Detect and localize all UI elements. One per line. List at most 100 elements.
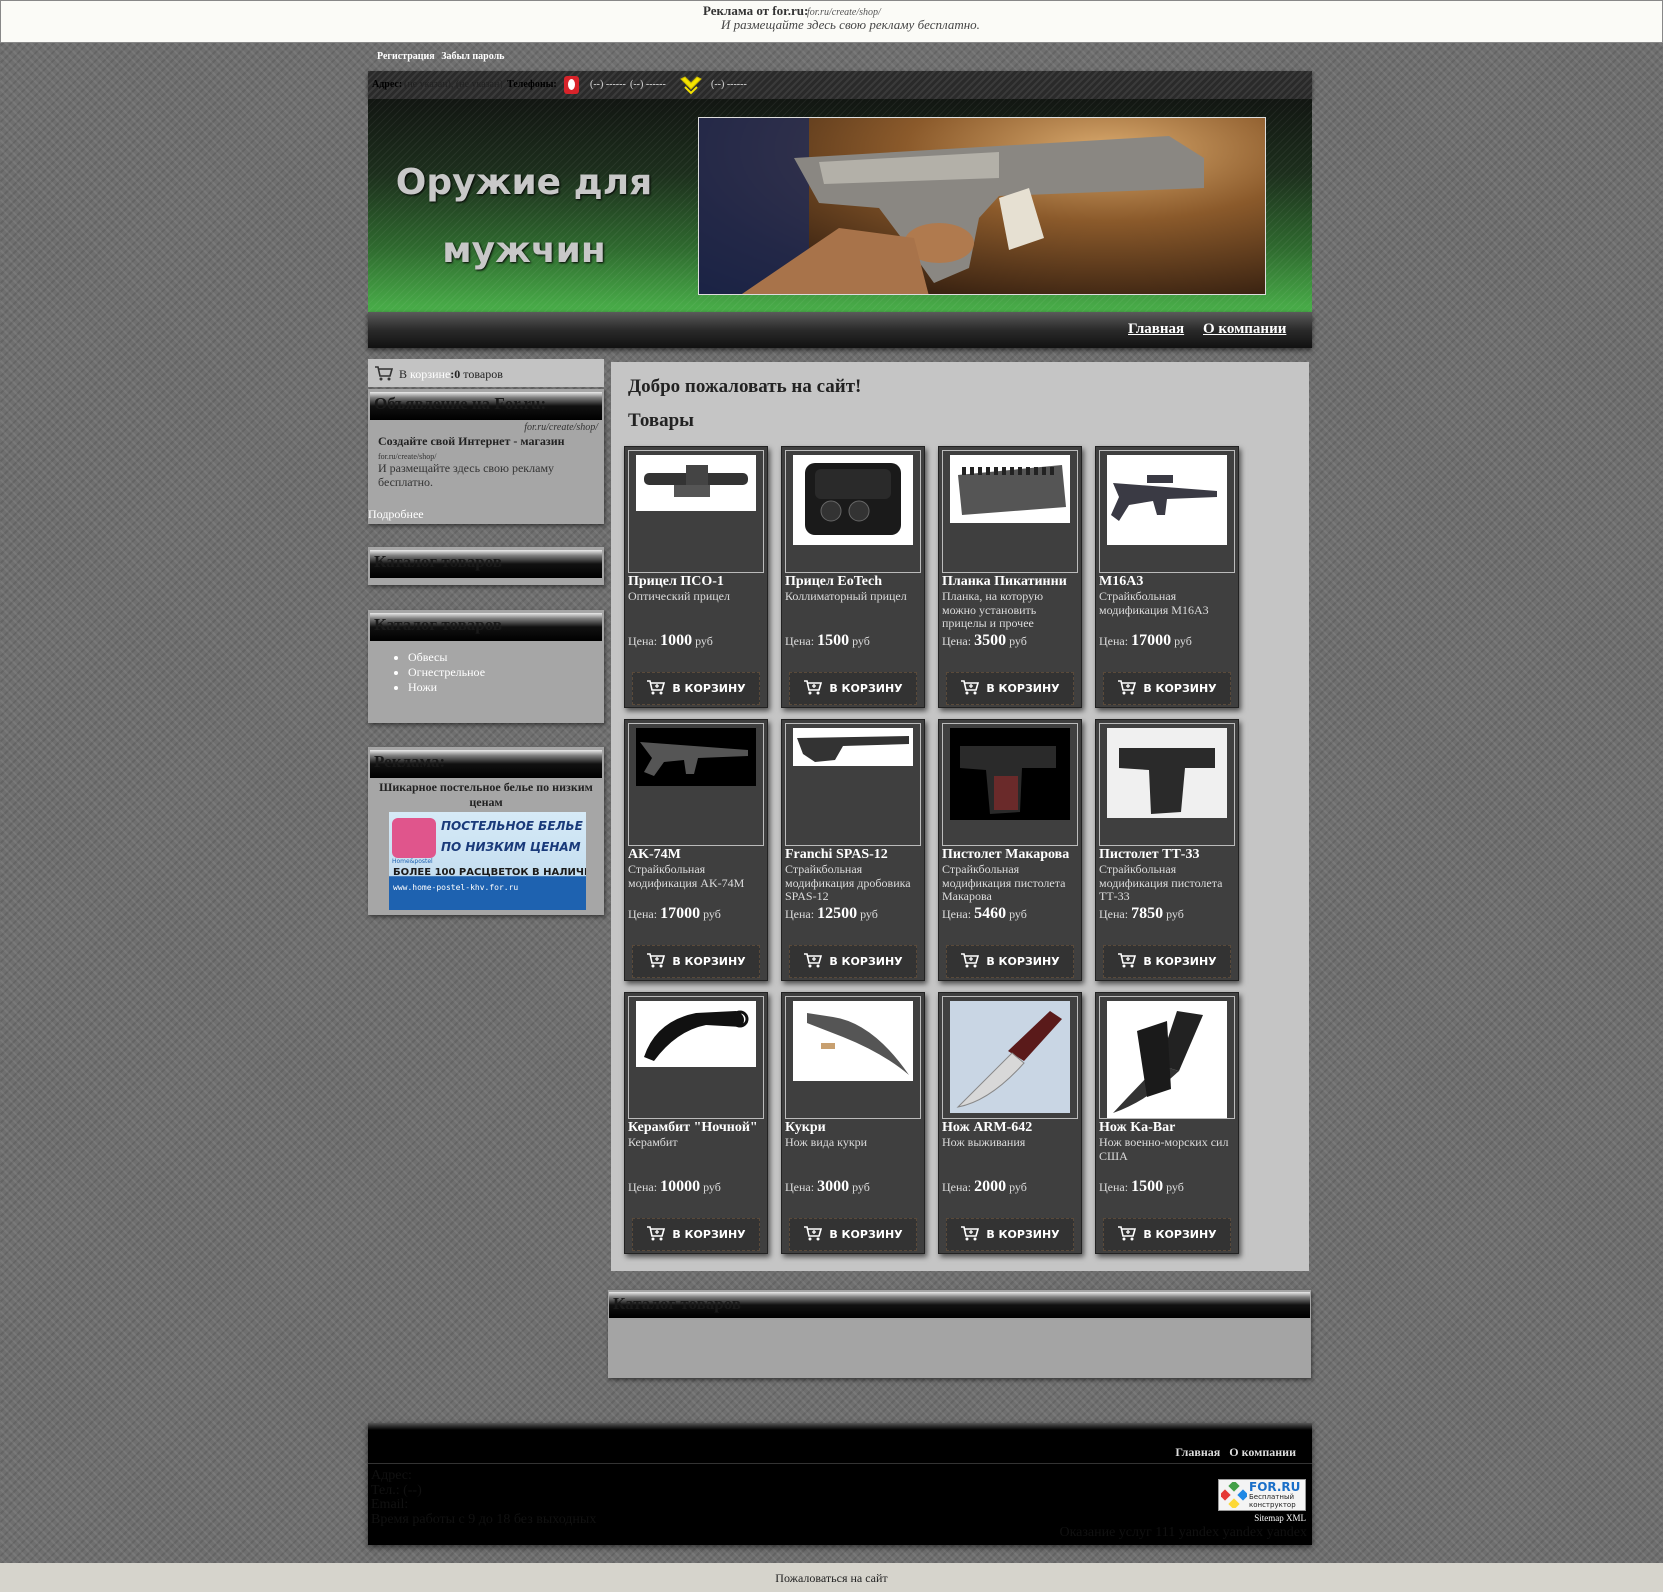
product-name[interactable]: Прицел ПСО-1 [628,574,724,590]
add-to-cart-button[interactable]: В КОРЗИНУ [946,672,1074,705]
site-title: Оружие для мужчин [390,149,658,285]
home-postel-logo-icon [392,818,436,858]
product-image-frame[interactable] [628,996,764,1119]
product-name[interactable]: Нож Ka-Bar [1099,1120,1175,1136]
add-to-cart-label: В КОРЗИНУ [986,1228,1060,1241]
product-description: Нож вида кукри [785,1135,868,1149]
main-content: Добро пожаловать на сайт! Товары Прицел … [611,362,1309,1271]
nav-home[interactable]: Главная [1128,321,1184,338]
add-to-cart-button[interactable]: В КОРЗИНУ [632,672,760,705]
catalog-item-firearms[interactable]: Огнестрельное [408,665,485,680]
sitemap-link[interactable]: Sitemap XML [1254,1513,1306,1523]
price-label: Цена: [628,634,658,648]
welcome-heading: Добро пожаловать на сайт! [628,376,862,397]
footer: Главная О компании Адрес: Тел.: (--) Ema… [368,1423,1312,1545]
product-price: Цена: 1000 руб [628,632,713,650]
product-name[interactable]: Нож ARM-642 [942,1120,1032,1136]
product-name[interactable]: M16A3 [1099,574,1143,590]
cart-icon [803,1225,823,1244]
add-to-cart-button[interactable]: В КОРЗИНУ [632,1218,760,1251]
mts-icon [564,76,579,94]
catalog-item-knives[interactable]: Ножи [408,680,485,695]
product-image-frame[interactable] [628,450,764,573]
product-image-frame[interactable] [942,996,1078,1119]
product-image-frame[interactable] [785,450,921,573]
price-currency: руб [1166,1180,1184,1194]
forgot-password-link[interactable]: Забыл пароль [441,51,504,62]
product-image[interactable] [636,728,756,786]
cart-icon [803,952,823,971]
product-image[interactable] [950,1001,1070,1113]
price-currency: руб [695,634,713,648]
product-image-frame[interactable] [942,723,1078,846]
cart-link[interactable]: корзине [410,367,450,381]
product-image[interactable] [950,455,1070,523]
register-link[interactable]: Регистрация [377,51,435,62]
product-image-frame[interactable] [628,723,764,846]
ad-text[interactable]: И размещайте здесь свою рекламу бесплатн… [721,17,980,33]
sidebar-ad-title: Объявление на For.ru: [370,392,602,420]
add-to-cart-button[interactable]: В КОРЗИНУ [789,945,917,978]
product-image-frame[interactable] [785,723,921,846]
product-name[interactable]: Прицел EoTech [785,574,882,590]
product-card: AK-74M Страйкбольная модификация AK-74M Це… [624,719,768,981]
product-card: Пистолет Макарова Страйкбольная модификац… [938,719,1082,981]
sidebar-ad-url[interactable]: for.ru/create/shop/ [524,422,598,433]
add-to-cart-label: В КОРЗИНУ [1143,682,1217,695]
product-name[interactable]: Пистолет ТТ-33 [1099,847,1199,863]
product-image-frame[interactable] [1099,996,1235,1119]
catalog-item-obvesy[interactable]: Обвесы [408,650,485,665]
add-to-cart-button[interactable]: В КОРЗИНУ [632,945,760,978]
forru-badge[interactable]: FOR.RU Бесплатный конструктор [1218,1479,1306,1511]
product-image[interactable] [793,1001,913,1081]
product-image-frame[interactable] [942,450,1078,573]
product-card: M16A3 Страйкбольная модификация M16A3 Цена… [1095,446,1239,708]
price-label: Цена: [785,907,815,921]
footer-hours: Время работы с 9 до 18 без выходных [371,1511,597,1527]
price-value: 7850 [1131,905,1164,922]
footer-nav-home[interactable]: Главная [1175,1445,1220,1459]
add-to-cart-button[interactable]: В КОРЗИНУ [946,945,1074,978]
product-name[interactable]: Планка Пикатинни [942,574,1067,590]
product-image[interactable] [793,455,913,545]
promo-text[interactable]: Шикарное постельное белье по низким цена… [378,780,594,810]
product-name[interactable]: Кукри [785,1120,826,1136]
product-image[interactable] [636,455,756,511]
footer-nav-about[interactable]: О компании [1229,1445,1296,1459]
add-to-cart-button[interactable]: В КОРЗИНУ [946,1218,1074,1251]
add-to-cart-button[interactable]: В КОРЗИНУ [1103,1218,1231,1251]
product-image-frame[interactable] [1099,723,1235,846]
product-name[interactable]: Керамбит "Ночной" [628,1120,758,1136]
product-image[interactable] [950,728,1070,820]
price-currency: руб [1174,634,1192,648]
product-name[interactable]: Пистолет Макарова [942,847,1069,863]
price-value: 1500 [1131,1178,1164,1195]
product-image[interactable] [1107,455,1227,545]
price-label: Цена: [1099,634,1129,648]
product-image[interactable] [636,1001,756,1067]
product-image-frame[interactable] [785,996,921,1119]
phone-3: (--) ------ [711,79,747,90]
add-to-cart-button[interactable]: В КОРЗИНУ [789,1218,917,1251]
promo-banner-line-3: БОЛЕЕ 100 РАСЦВЕТОК В НАЛИЧИИ! [393,867,586,878]
sidebar-ad-more-link[interactable]: Подробнее [368,507,424,522]
add-to-cart-label: В КОРЗИНУ [829,1228,903,1241]
product-image-frame[interactable] [1099,450,1235,573]
nav-about[interactable]: О компании [1203,321,1286,338]
sidebar-ad-heading[interactable]: Создайте свой Интернет - магазин [378,434,565,449]
promo-banner[interactable]: Home&postel ПОСТЕЛЬНОЕ БЕЛЬЕ ПО НИЗКИМ Ц… [389,812,586,910]
sidebar-catalog-empty-title: Каталог товаров [370,550,602,578]
product-image[interactable] [1107,728,1227,818]
product-image[interactable] [793,728,913,766]
add-to-cart-button[interactable]: В КОРЗИНУ [1103,672,1231,705]
add-to-cart-button[interactable]: В КОРЗИНУ [789,672,917,705]
product-image[interactable] [1107,1001,1227,1118]
price-currency: руб [852,1180,870,1194]
sidebar-ad-small-url[interactable]: for.ru/create/shop/ [378,452,436,461]
product-name[interactable]: Franchi SPAS-12 [785,847,888,863]
complain-link[interactable]: Пожаловаться на сайт [0,1563,1663,1592]
product-description: Керамбит [628,1135,678,1149]
price-currency: руб [1009,634,1027,648]
add-to-cart-button[interactable]: В КОРЗИНУ [1103,945,1231,978]
product-name[interactable]: AK-74M [628,847,681,863]
